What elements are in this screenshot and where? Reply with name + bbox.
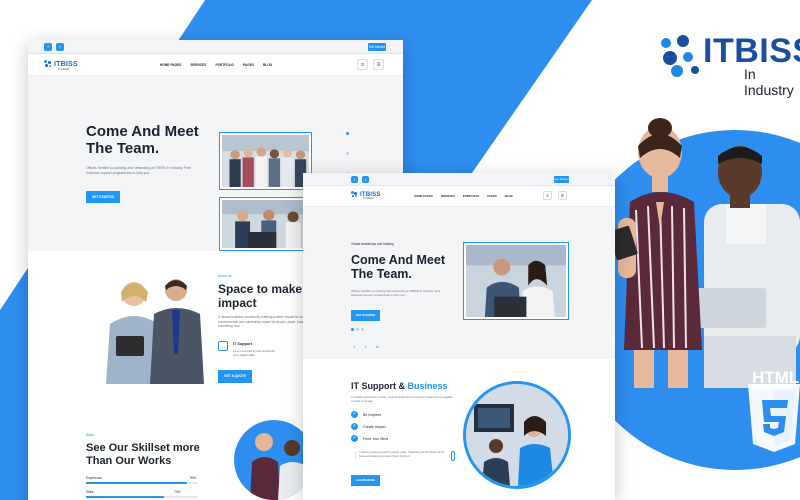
back-logo[interactable]: ITBISS (44, 60, 78, 68)
skill-bar-2-value: 70% (174, 490, 181, 494)
it-support-text: Learn something new and build your digit… (233, 349, 275, 358)
business-people-illustration (106, 279, 204, 384)
back-topbar: f t Get Started (28, 40, 403, 54)
about-text: A vibrant business community creating po… (218, 315, 309, 329)
front-hero-eyebrow: Virtual workshops and training (351, 242, 394, 246)
front-menu-services[interactable]: SERVICES (441, 194, 455, 198)
front-topbar-cta-button[interactable]: Get Started (554, 176, 569, 183)
check-item-3: ✓ Feed Your Mind (351, 435, 389, 442)
front-logo-text: ITBISS (360, 191, 381, 198)
team-people-illustration (608, 118, 800, 388)
back-slider-dot-2[interactable] (346, 152, 349, 155)
menu-icon[interactable]: ≡ (373, 59, 384, 70)
front-social-linkedin-icon[interactable]: in (376, 344, 379, 349)
skill-bar-1-label: Experience (86, 476, 102, 480)
front-hero-get-started-button[interactable]: GET STARTED (351, 310, 380, 321)
front-topbar: f t Get Started (303, 173, 615, 186)
search-icon[interactable]: ⌕ (357, 59, 368, 70)
back-menu-pages[interactable]: PAGES (243, 63, 254, 67)
back-slider-dot-1[interactable] (346, 132, 349, 135)
back-topbar-cta-button[interactable]: Get Started (368, 43, 386, 51)
back-menu-portfolio[interactable]: PORTFOLIO (215, 63, 234, 67)
front-hero-title: Come And Meet The Team. (351, 253, 445, 281)
back-logo-sub: In Industry (58, 68, 70, 71)
twitter-icon[interactable]: t (362, 176, 369, 183)
menu-icon[interactable]: ≡ (558, 191, 567, 200)
skills-circle-photo (234, 420, 314, 500)
it-support-title: IT Support (233, 342, 252, 346)
front-menu-pages[interactable]: PAGES (487, 194, 497, 198)
get-a-quote-button[interactable]: GET A QUOTE (218, 370, 252, 383)
about-title: Space to make impact (218, 282, 303, 310)
check-icon: ✓ (351, 423, 358, 430)
back-menu-services[interactable]: SERVICES (190, 63, 206, 67)
brand-subtitle: In Industry (744, 66, 794, 98)
facebook-icon[interactable]: f (351, 176, 358, 183)
support-quote: Creating positive impact for people, pla… (355, 451, 451, 459)
front-navbar: ITBISS In Industry HOME PAGES SERVICES P… (303, 186, 615, 207)
front-logo-sub: In Industry (363, 198, 374, 200)
check-item-2: ✓ Create Impact (351, 423, 386, 430)
check-icon: ✓ (351, 435, 358, 442)
logo-dots-icon (351, 191, 358, 198)
back-menu-blog[interactable]: BLOG (263, 63, 272, 67)
facebook-icon[interactable]: f (44, 43, 52, 51)
search-icon[interactable]: ⌕ (543, 191, 552, 200)
front-menu-blog[interactable]: BLOG (505, 194, 513, 198)
support-text: A creative process for social, environme… (351, 395, 453, 404)
back-menu: HOME PAGES SERVICES PORTFOLIO PAGES BLOG (160, 63, 272, 67)
logo-dots-icon (44, 60, 52, 68)
front-hero: Virtual workshops and training Come And … (303, 207, 615, 359)
back-navbar: ITBISS In Industry HOME PAGES SERVICES P… (28, 54, 403, 76)
front-menu-portfolio[interactable]: PORTFOLIO (463, 194, 479, 198)
front-slider-dot-3[interactable] (361, 328, 364, 331)
front-mockup-window: f t Get Started ITBISS In Industry HOME … (303, 173, 615, 500)
quote-icon (451, 451, 455, 461)
skill-bar-1 (86, 482, 198, 484)
about-label: About us (218, 274, 232, 278)
html5-label: HTML (752, 368, 800, 387)
back-logo-text: ITBISS (54, 60, 78, 68)
back-hero-get-started-button[interactable]: GET STARTED (86, 191, 120, 203)
it-support-icon (218, 341, 228, 351)
learn-more-button[interactable]: LEARN MORE (351, 475, 380, 486)
workshop-photo-image (466, 245, 566, 317)
team-photo-image (222, 135, 309, 187)
twitter-icon[interactable]: t (56, 43, 64, 51)
front-slider-dot-2[interactable] (356, 328, 359, 331)
back-menu-home[interactable]: HOME PAGES (160, 63, 181, 67)
skill-bar-1-value: 90% (190, 476, 197, 480)
skill-bar-2-label: Skills (86, 490, 94, 494)
front-logo[interactable]: ITBISS (351, 191, 381, 198)
front-social-twitter-icon[interactable]: t (365, 344, 366, 349)
team-circle-image (250, 433, 308, 500)
it-team-image (466, 384, 568, 486)
front-hero-text: Offices, flexible co-working and network… (351, 289, 441, 298)
support-circle-photo (463, 381, 571, 489)
back-hero-title: Come And Meet The Team. (86, 123, 199, 157)
support-title: IT Support & Business (351, 381, 448, 391)
front-social-facebook-icon[interactable]: f (354, 344, 355, 349)
office-photo-image (222, 200, 309, 248)
back-hero-photo-1 (219, 132, 312, 190)
front-menu: HOME PAGES SERVICES PORTFOLIO PAGES BLOG (414, 194, 513, 198)
front-slider-dot-1[interactable] (351, 328, 354, 331)
skill-bar-1-fill (86, 482, 187, 484)
front-menu-home[interactable]: HOME PAGES (414, 194, 433, 198)
front-hero-photo (463, 242, 569, 320)
back-hero-photo-2 (219, 197, 312, 251)
skill-bar-2 (86, 496, 198, 498)
skills-label: Skills (86, 433, 94, 437)
check-item-1: ✓ Be Inspired (351, 411, 382, 418)
skill-bar-2-fill (86, 496, 165, 498)
back-hero-text: Offices, flexible co-working and network… (86, 166, 192, 175)
check-icon: ✓ (351, 411, 358, 418)
skills-title: See Our Skillset more Than Our Works (86, 442, 200, 467)
